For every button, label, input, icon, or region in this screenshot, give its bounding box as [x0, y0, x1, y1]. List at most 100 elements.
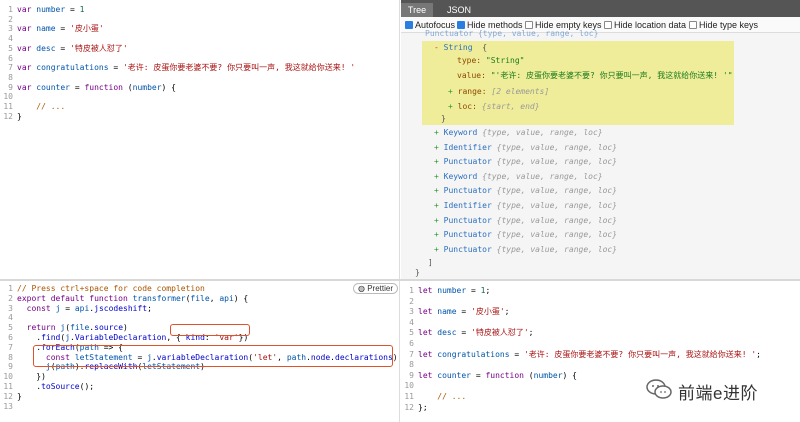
code-token: '皮小蛋' — [70, 24, 104, 34]
line-number: 7 — [8, 63, 13, 73]
code-token: file — [190, 293, 210, 303]
code-token: // ... — [437, 392, 467, 401]
code-token: return — [26, 323, 56, 333]
expand-icon[interactable]: + — [448, 102, 453, 111]
code-token: = — [55, 43, 70, 53]
tree-node-identifier[interactable]: + Identifier {type, value, range, loc} — [434, 200, 617, 212]
tree-node-punctuator[interactable]: + Punctuator {type, value, range, loc} — [434, 229, 617, 241]
tree-node-keyword[interactable]: + Keyword {type, value, range, loc} — [434, 171, 603, 183]
code-line: 8 — [401, 360, 800, 370]
code-token: } — [17, 111, 22, 121]
tree-prop-value: value: "'老许: 皮蛋你要老婆不要? 你只要叫一声, 我这就给你送来! … — [457, 70, 733, 82]
code-token: '特皮被人怼了' — [70, 43, 128, 53]
tree-node-punctuator[interactable]: + Punctuator {type, value, range, loc} — [434, 215, 617, 227]
prop-value: "'老许: 皮蛋你要老婆不要? 你只要叫一声, 我这就给你送来! '" — [490, 71, 733, 80]
code-line: 13 — [0, 402, 399, 412]
node-hint: {type, value, range, loc} — [496, 201, 618, 210]
code-token: // Press ctrl+space for code completion — [17, 284, 205, 293]
tree-node-punctuator[interactable]: + Punctuator {type, value, range, loc} — [434, 244, 617, 256]
source-editor[interactable]: 1 var number = 1 2 3 var name = '皮小蛋' 4 5 var d… — [0, 0, 400, 279]
tree-close-brace: } — [441, 114, 446, 123]
code-line: 11 // ... — [0, 102, 399, 112]
line-number: 4 — [8, 34, 13, 44]
code-line: 7 var congratulations = '老许: 皮蛋你要老婆不要? 你只… — [0, 63, 399, 73]
expand-icon[interactable]: + — [434, 128, 444, 137]
node-name: Punctuator — [443, 230, 497, 240]
line-number: 6 — [409, 339, 414, 348]
code-token: name — [36, 24, 56, 34]
node-name: Identifier — [443, 142, 497, 152]
expand-icon[interactable]: + — [434, 216, 444, 225]
prettier-button[interactable]: ◍ Prettier — [353, 283, 398, 294]
code-line: 12} — [0, 112, 399, 122]
node-name: Identifier — [443, 201, 497, 210]
code-token: . — [17, 333, 42, 342]
line-number: 11 — [3, 102, 13, 111]
code-token: find — [41, 333, 61, 342]
tree-node-string[interactable]: - String { — [434, 42, 487, 54]
code-line: 4 — [401, 318, 800, 328]
line-number: 5 — [8, 323, 13, 333]
tree-prop-range[interactable]: + range: [2 elements] — [448, 86, 549, 98]
tree-node-punctuator[interactable]: + Punctuator {type, value, range, loc} — [434, 185, 617, 197]
code-token: number — [132, 82, 162, 92]
prop-value: "String" — [485, 56, 525, 65]
node-hint: {type, value, range, loc} — [496, 157, 618, 167]
code-token: ) — [123, 323, 128, 333]
line-number: 9 — [409, 370, 414, 380]
code-token: ) { — [562, 370, 577, 380]
node-name: Keyword — [443, 128, 483, 137]
expand-icon[interactable]: + — [434, 143, 444, 152]
code-token: api — [74, 303, 90, 313]
code-token: = — [509, 349, 524, 359]
highlight-box-kind — [170, 324, 250, 336]
tree-close-bracket: ] — [428, 258, 433, 267]
node-hint: {type, value, range, loc} — [482, 128, 603, 137]
expand-icon[interactable]: + — [434, 172, 444, 181]
expand-icon[interactable]: + — [448, 87, 453, 96]
line-number: 3 — [409, 307, 414, 317]
code-token: = — [65, 5, 80, 14]
code-line: 1 // Press ctrl+space for code completion — [0, 284, 399, 294]
line-number: 4 — [8, 313, 13, 323]
code-token: const — [26, 303, 51, 313]
tree-node-keyword[interactable]: + Keyword {type, value, range, loc} — [434, 127, 603, 139]
code-line: 6 — [401, 339, 800, 349]
node-hint: {type, value, range, loc} — [482, 171, 603, 181]
tree-prop-loc[interactable]: + loc: {start, end} — [448, 101, 540, 113]
collapse-icon[interactable]: - — [434, 43, 439, 52]
line-number: 8 — [409, 360, 414, 370]
ast-tree: Punctuator {type, value, range, loc} - S… — [401, 0, 800, 279]
line-number: 5 — [8, 43, 13, 53]
code-token: , — [209, 293, 220, 303]
code-line: 4 — [0, 313, 399, 323]
code-token: name — [437, 307, 457, 317]
code-token: = — [466, 286, 481, 295]
tree-node-cut[interactable]: Punctuator {type, value, range, loc} — [425, 28, 598, 40]
highlight-box-replace — [33, 345, 393, 367]
prop-key: type: — [457, 56, 482, 65]
line-number: 2 — [8, 293, 13, 303]
expand-icon[interactable]: + — [434, 157, 444, 166]
code-token: }) — [17, 372, 46, 382]
code-token: source — [94, 323, 124, 333]
line-number: 2 — [409, 296, 414, 306]
code-token: let — [418, 328, 433, 338]
expand-icon[interactable]: + — [434, 230, 444, 239]
code-token: number — [533, 370, 563, 380]
code-token: export default function — [17, 293, 128, 303]
code-line: 4 — [0, 34, 399, 44]
prop-hint: [2 elements] — [491, 87, 550, 96]
tree-node-identifier[interactable]: + Identifier {type, value, range, loc} — [434, 142, 617, 154]
code-token: ) { — [233, 293, 249, 303]
expand-icon[interactable]: + — [434, 201, 444, 210]
code-line: 12}; — [401, 403, 800, 413]
line-number: 9 — [8, 362, 13, 372]
expand-icon[interactable]: + — [434, 186, 444, 195]
expand-icon[interactable]: + — [434, 245, 444, 254]
node-name: String — [443, 43, 473, 52]
code-line: 10 — [0, 92, 399, 102]
tree-node-punctuator[interactable]: + Punctuator {type, value, range, loc} — [434, 156, 617, 168]
code-token: var — [17, 63, 32, 73]
line-number: 10 — [3, 372, 13, 382]
